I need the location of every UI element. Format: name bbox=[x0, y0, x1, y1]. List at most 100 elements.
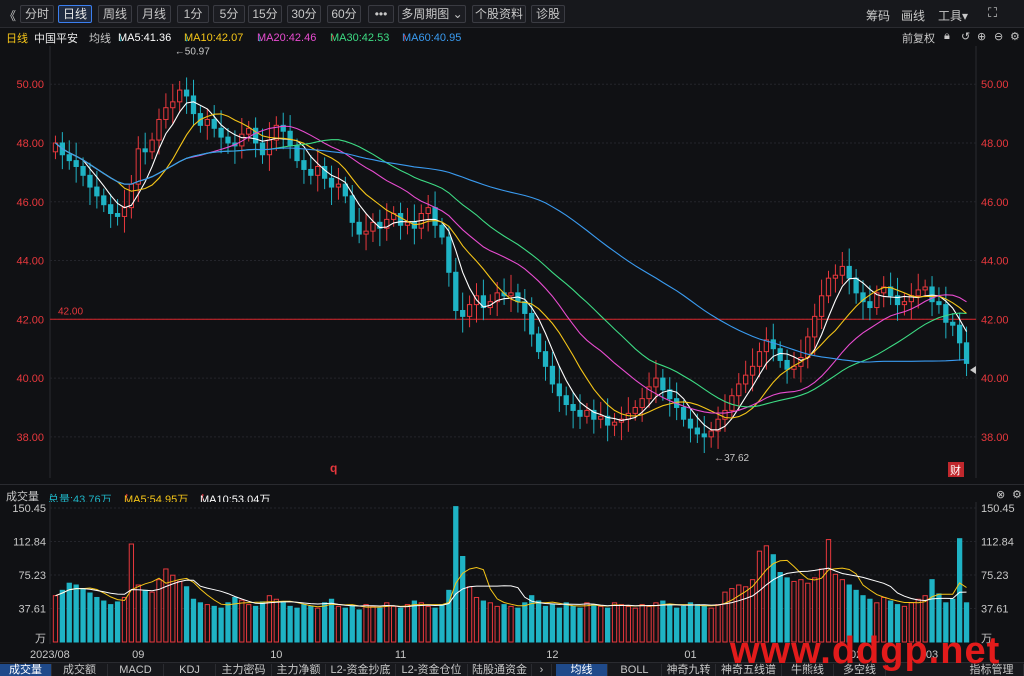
volume-bar[interactable] bbox=[246, 604, 252, 643]
volume-bar[interactable] bbox=[225, 602, 231, 643]
volume-bar[interactable] bbox=[957, 538, 963, 643]
candle[interactable] bbox=[818, 295, 825, 317]
candle[interactable] bbox=[128, 183, 135, 209]
candle[interactable] bbox=[867, 301, 873, 309]
volume-bar[interactable] bbox=[52, 595, 59, 643]
candle[interactable] bbox=[108, 204, 114, 215]
tab-turnover[interactable]: 成交额 bbox=[52, 664, 108, 676]
volume-bar[interactable] bbox=[591, 604, 597, 643]
candle[interactable] bbox=[356, 221, 362, 235]
candle[interactable] bbox=[694, 427, 701, 435]
candle[interactable] bbox=[929, 286, 935, 303]
volume-bar[interactable] bbox=[660, 600, 666, 643]
volume-bar[interactable] bbox=[674, 607, 680, 643]
candle[interactable] bbox=[812, 315, 818, 338]
tab-kdj[interactable]: KDJ bbox=[164, 664, 216, 676]
volume-bar[interactable] bbox=[259, 601, 266, 643]
adjust-label[interactable]: 前复权 bbox=[902, 30, 935, 46]
tab-intraday[interactable]: 分时 bbox=[20, 5, 54, 23]
candle[interactable] bbox=[439, 224, 445, 238]
candle[interactable] bbox=[756, 351, 763, 367]
candle[interactable] bbox=[743, 374, 749, 385]
volume-bar[interactable] bbox=[239, 599, 245, 643]
tab-1min[interactable]: 1分 bbox=[177, 5, 209, 23]
candle[interactable] bbox=[846, 265, 852, 279]
tab-macd[interactable]: MACD bbox=[108, 664, 164, 676]
candle[interactable] bbox=[611, 421, 618, 426]
tab-magic-nine[interactable]: 神奇九转 bbox=[662, 664, 716, 676]
volume-bar[interactable] bbox=[611, 602, 618, 643]
volume-bar[interactable] bbox=[384, 602, 390, 643]
volume-bar[interactable] bbox=[101, 600, 107, 643]
volume-bar[interactable] bbox=[625, 605, 631, 643]
stock-profile-button[interactable]: 个股资料 bbox=[472, 5, 526, 23]
volume-bar[interactable] bbox=[494, 605, 500, 643]
candle[interactable] bbox=[632, 406, 638, 414]
volume-bar[interactable] bbox=[335, 605, 342, 643]
volume-bar[interactable] bbox=[321, 602, 328, 643]
multi-period-button[interactable]: 多周期图 ⌄ bbox=[398, 5, 466, 23]
volume-bar[interactable] bbox=[473, 596, 480, 643]
candle[interactable] bbox=[349, 195, 355, 223]
volume-bar[interactable] bbox=[301, 604, 307, 643]
candle[interactable] bbox=[639, 398, 645, 408]
price-chart[interactable]: 50.00 50.00 48.00 48.00 46.00 46.00 44.00 44.00… bbox=[0, 46, 1024, 484]
event-marker[interactable]: q bbox=[330, 461, 337, 475]
ma-label[interactable]: 均线 bbox=[89, 30, 111, 46]
volume-bar[interactable] bbox=[142, 589, 148, 643]
volume-bar[interactable] bbox=[646, 605, 652, 643]
undo-icon[interactable]: ↺ bbox=[961, 30, 970, 43]
candle[interactable] bbox=[121, 207, 128, 217]
candle[interactable] bbox=[784, 359, 790, 370]
volume-bar[interactable] bbox=[280, 602, 286, 643]
settings-icon[interactable]: ⚙ bbox=[1010, 30, 1020, 43]
candle[interactable] bbox=[183, 89, 190, 97]
volume-bar[interactable] bbox=[308, 605, 314, 643]
volume-bar[interactable] bbox=[466, 586, 473, 643]
volume-bar[interactable] bbox=[770, 554, 776, 643]
volume-bar[interactable] bbox=[80, 588, 86, 643]
candle[interactable] bbox=[156, 118, 162, 141]
candle[interactable] bbox=[687, 418, 694, 429]
tab-15min[interactable]: 15分 bbox=[248, 5, 282, 23]
volume-bar[interactable] bbox=[59, 589, 65, 643]
volume-bar[interactable] bbox=[349, 605, 355, 643]
candle[interactable] bbox=[825, 277, 832, 297]
candle[interactable] bbox=[363, 230, 369, 235]
volume-bar[interactable] bbox=[556, 607, 562, 643]
candle[interactable] bbox=[218, 127, 224, 138]
tab-monthly[interactable]: 月线 bbox=[137, 5, 171, 23]
volume-bar[interactable] bbox=[756, 550, 763, 643]
candle[interactable] bbox=[770, 339, 776, 350]
volume-bar[interactable] bbox=[356, 609, 362, 643]
candle[interactable] bbox=[943, 304, 949, 323]
close-icon[interactable]: ⊗ bbox=[996, 488, 1005, 501]
volume-bar[interactable] bbox=[315, 607, 321, 643]
tab-ma[interactable]: 均线 bbox=[556, 664, 608, 676]
tab-northbound[interactable]: 陆股通资金 bbox=[468, 664, 532, 676]
tab-5min[interactable]: 5分 bbox=[213, 5, 245, 23]
volume-bar[interactable] bbox=[94, 596, 100, 643]
tab-volume[interactable]: 成交量 bbox=[0, 664, 52, 676]
candle[interactable] bbox=[584, 409, 590, 417]
candle[interactable] bbox=[432, 207, 438, 226]
volume-bar[interactable] bbox=[273, 598, 279, 643]
volume-bar[interactable] bbox=[391, 605, 397, 643]
candle[interactable] bbox=[94, 186, 100, 197]
volume-bar[interactable] bbox=[825, 539, 832, 643]
candle[interactable] bbox=[535, 333, 542, 353]
volume-bar[interactable] bbox=[397, 607, 404, 643]
candle[interactable] bbox=[225, 136, 231, 144]
volume-bar[interactable] bbox=[287, 605, 293, 643]
volume-bar[interactable] bbox=[701, 605, 707, 643]
volume-bar[interactable] bbox=[542, 605, 549, 643]
candle[interactable] bbox=[701, 433, 707, 438]
tab-main-net[interactable]: 主力净额 bbox=[272, 664, 326, 676]
tab-weekly[interactable]: 周线 bbox=[98, 5, 132, 23]
volume-bar[interactable] bbox=[432, 607, 438, 643]
candle[interactable] bbox=[328, 177, 335, 188]
candle[interactable] bbox=[149, 139, 155, 153]
volume-bar[interactable] bbox=[529, 595, 535, 643]
tab-60min[interactable]: 60分 bbox=[327, 5, 361, 23]
candle[interactable] bbox=[749, 365, 756, 376]
